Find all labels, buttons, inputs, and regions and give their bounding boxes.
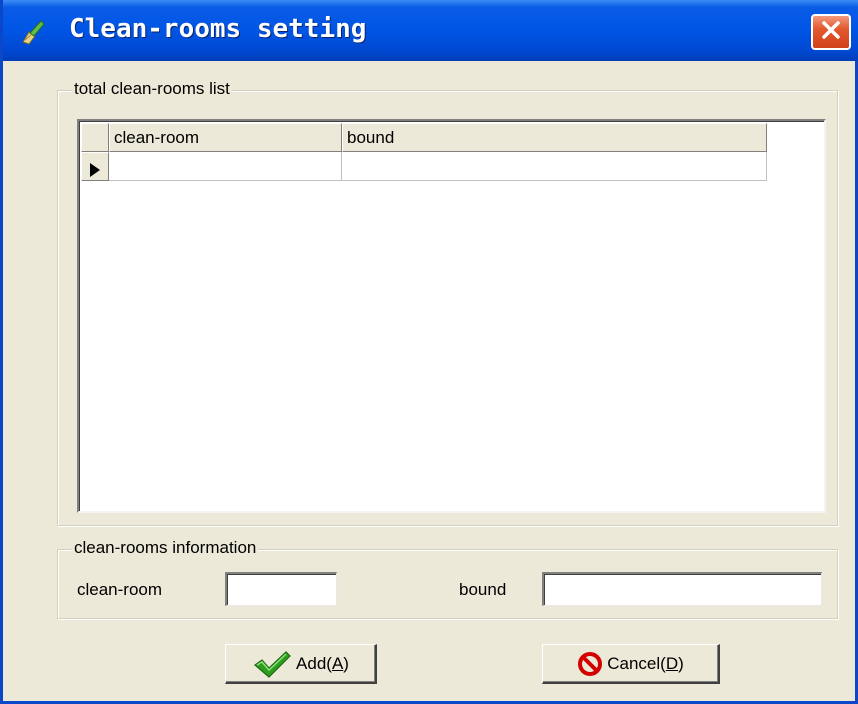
grid-header-row: clean-room bound	[81, 123, 767, 152]
current-row-arrow-icon	[89, 159, 101, 180]
window-title: Clean-rooms setting	[69, 14, 367, 44]
add-button-label: Add(A)	[296, 653, 349, 673]
cell-bound[interactable]	[342, 152, 767, 181]
broom-icon	[19, 18, 47, 46]
add-button[interactable]: Add(A)	[225, 644, 377, 684]
prohibit-icon	[577, 651, 603, 677]
grid-corner-cell	[81, 123, 109, 152]
clean-rooms-grid[interactable]: clean-room bound	[77, 119, 826, 513]
clean-room-label: clean-room	[77, 580, 163, 599]
title-bar[interactable]: Clean-rooms setting	[3, 0, 858, 61]
bound-label: bound	[459, 580, 507, 599]
clean-rooms-list-legend: total clean-rooms list	[72, 79, 232, 99]
checkmark-icon	[252, 649, 292, 679]
clean-room-input[interactable]	[225, 572, 337, 606]
cancel-button[interactable]: Cancel(D)	[542, 644, 720, 684]
cell-clean-room[interactable]	[109, 152, 342, 181]
clean-rooms-info-legend: clean-rooms information	[72, 538, 259, 558]
column-header-bound[interactable]: bound	[342, 123, 767, 152]
close-button[interactable]	[811, 14, 851, 50]
column-header-clean-room[interactable]: clean-room	[109, 123, 342, 152]
cancel-button-label: Cancel(D)	[607, 653, 684, 673]
dialog-window: Clean-rooms setting total clean-rooms li…	[0, 0, 858, 704]
table-row[interactable]	[81, 152, 767, 181]
bound-input[interactable]	[542, 572, 822, 606]
row-indicator	[81, 152, 109, 181]
close-x-icon	[820, 19, 842, 46]
